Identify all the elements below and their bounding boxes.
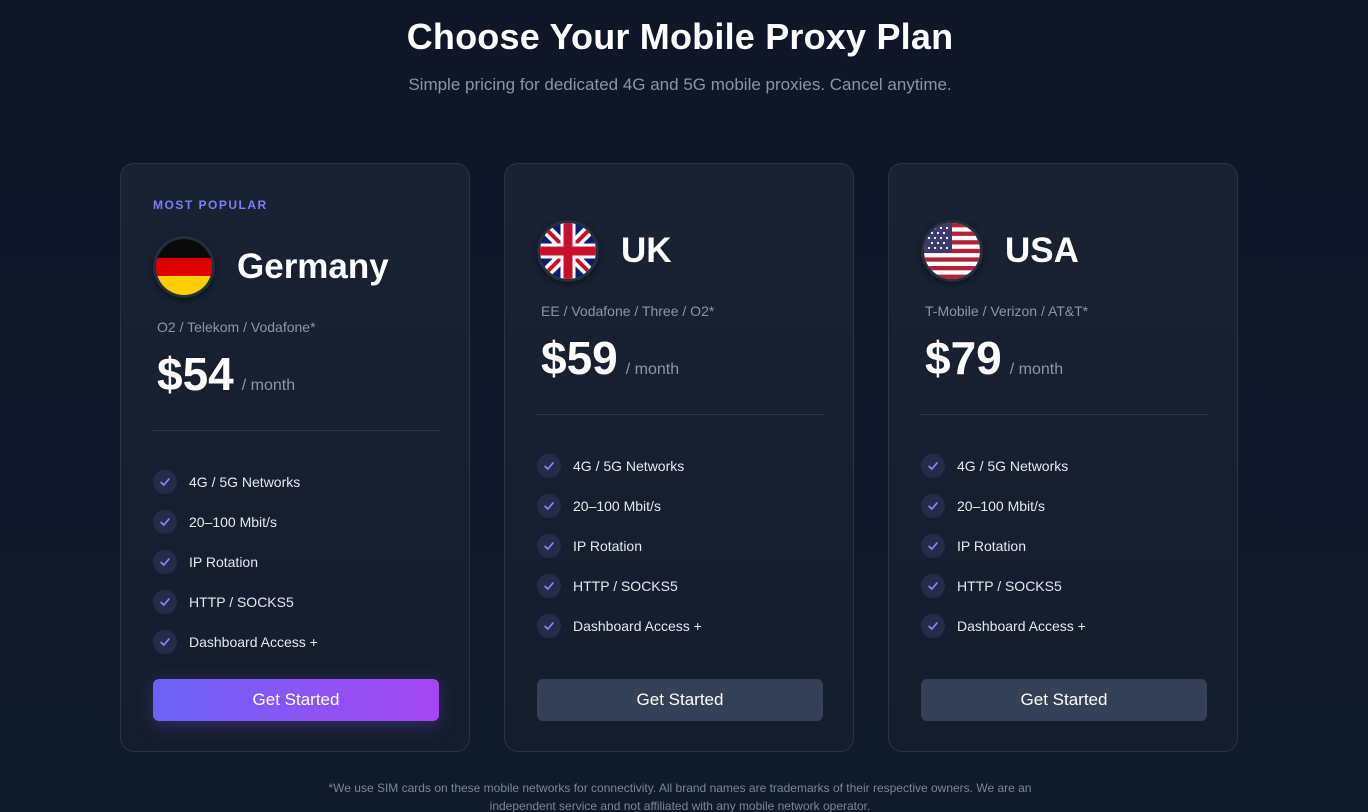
check-icon: [537, 534, 561, 558]
usa-flag-icon: [921, 220, 983, 282]
get-started-button[interactable]: Get Started: [537, 679, 823, 721]
feature-label: 20–100 Mbit/s: [189, 514, 277, 530]
plan-header: USA: [921, 220, 1079, 282]
feature-label: Dashboard Access +: [957, 618, 1086, 634]
feature-item: 20–100 Mbit/s: [921, 486, 1086, 526]
plan-country: UK: [621, 231, 672, 270]
feature-item: 20–100 Mbit/s: [153, 502, 318, 542]
feature-item: IP Rotation: [153, 542, 318, 582]
plan-header: Germany: [153, 236, 389, 298]
plan-card-germany: MOST POPULAR Germany O2 / Telekom / Voda…: [120, 163, 470, 752]
plan-period: / month: [241, 377, 296, 394]
feature-label: IP Rotation: [573, 538, 643, 554]
plan-carriers: O2 / Telekom / Vodafone*: [157, 319, 316, 335]
feature-list: 4G / 5G Networks 20–100 Mbit/s IP Rotati…: [921, 446, 1086, 646]
feature-label: Dashboard Access +: [573, 618, 702, 634]
check-icon: [921, 494, 945, 518]
feature-item: Dashboard Access +: [153, 622, 318, 662]
check-icon: [537, 494, 561, 518]
plan-carriers: T-Mobile / Verizon / AT&T*: [925, 303, 1089, 319]
divider: [537, 414, 823, 415]
feature-label: IP Rotation: [189, 554, 259, 570]
feature-list: 4G / 5G Networks 20–100 Mbit/s IP Rotati…: [537, 446, 702, 646]
plan-country: Germany: [237, 247, 389, 286]
feature-item: Dashboard Access +: [537, 606, 702, 646]
plan-price: $79: [925, 332, 1002, 384]
plan-card-uk: UK EE / Vodafone / Three / O2* $59 / mon…: [504, 163, 854, 752]
pricing-page: Choose Your Mobile Proxy Plan Simple pri…: [0, 0, 1368, 812]
most-popular-badge: MOST POPULAR: [153, 198, 268, 212]
plan-price-row: $54 / month: [157, 347, 295, 401]
feature-item: 4G / 5G Networks: [921, 446, 1086, 486]
feature-item: IP Rotation: [921, 526, 1086, 566]
germany-flag-icon: [153, 236, 215, 298]
feature-item: Dashboard Access +: [921, 606, 1086, 646]
check-icon: [153, 510, 177, 534]
feature-item: HTTP / SOCKS5: [921, 566, 1086, 606]
plan-card-usa: USA T-Mobile / Verizon / AT&T* $79 / mon…: [888, 163, 1238, 752]
plan-price-row: $59 / month: [541, 331, 679, 385]
feature-item: HTTP / SOCKS5: [537, 566, 702, 606]
check-icon: [153, 550, 177, 574]
feature-list: 4G / 5G Networks 20–100 Mbit/s IP Rotati…: [153, 462, 318, 662]
plan-period: / month: [625, 361, 680, 378]
feature-label: 4G / 5G Networks: [957, 458, 1069, 474]
check-icon: [153, 630, 177, 654]
feature-label: HTTP / SOCKS5: [573, 578, 678, 594]
feature-label: HTTP / SOCKS5: [957, 578, 1062, 594]
plan-header: UK: [537, 220, 672, 282]
feature-label: 4G / 5G Networks: [573, 458, 685, 474]
check-icon: [537, 614, 561, 638]
feature-label: 4G / 5G Networks: [189, 474, 301, 490]
check-icon: [921, 614, 945, 638]
feature-item: 20–100 Mbit/s: [537, 486, 702, 526]
feature-label: 20–100 Mbit/s: [957, 498, 1045, 514]
check-icon: [153, 470, 177, 494]
plan-period: / month: [1009, 361, 1064, 378]
feature-item: IP Rotation: [537, 526, 702, 566]
disclaimer-footnote: *We use SIM cards on these mobile networ…: [328, 781, 1032, 812]
feature-item: 4G / 5G Networks: [537, 446, 702, 486]
feature-label: Dashboard Access +: [189, 634, 318, 650]
uk-flag-icon: [537, 220, 599, 282]
feature-label: HTTP / SOCKS5: [189, 594, 294, 610]
divider: [921, 414, 1207, 415]
check-icon: [153, 590, 177, 614]
check-icon: [921, 534, 945, 558]
get-started-button[interactable]: Get Started: [153, 679, 439, 721]
get-started-button[interactable]: Get Started: [921, 679, 1207, 721]
plan-carriers: EE / Vodafone / Three / O2*: [541, 303, 715, 319]
page-title: Choose Your Mobile Proxy Plan: [406, 16, 954, 57]
divider: [153, 430, 439, 431]
feature-label: 20–100 Mbit/s: [573, 498, 661, 514]
check-icon: [921, 574, 945, 598]
check-icon: [537, 454, 561, 478]
page-subtitle: Simple pricing for dedicated 4G and 5G m…: [408, 75, 952, 94]
plan-price: $54: [157, 348, 234, 400]
feature-item: 4G / 5G Networks: [153, 462, 318, 502]
check-icon: [921, 454, 945, 478]
feature-item: HTTP / SOCKS5: [153, 582, 318, 622]
plan-price-row: $79 / month: [925, 331, 1063, 385]
plan-price: $59: [541, 332, 618, 384]
plan-country: USA: [1005, 231, 1079, 270]
check-icon: [537, 574, 561, 598]
feature-label: IP Rotation: [957, 538, 1027, 554]
